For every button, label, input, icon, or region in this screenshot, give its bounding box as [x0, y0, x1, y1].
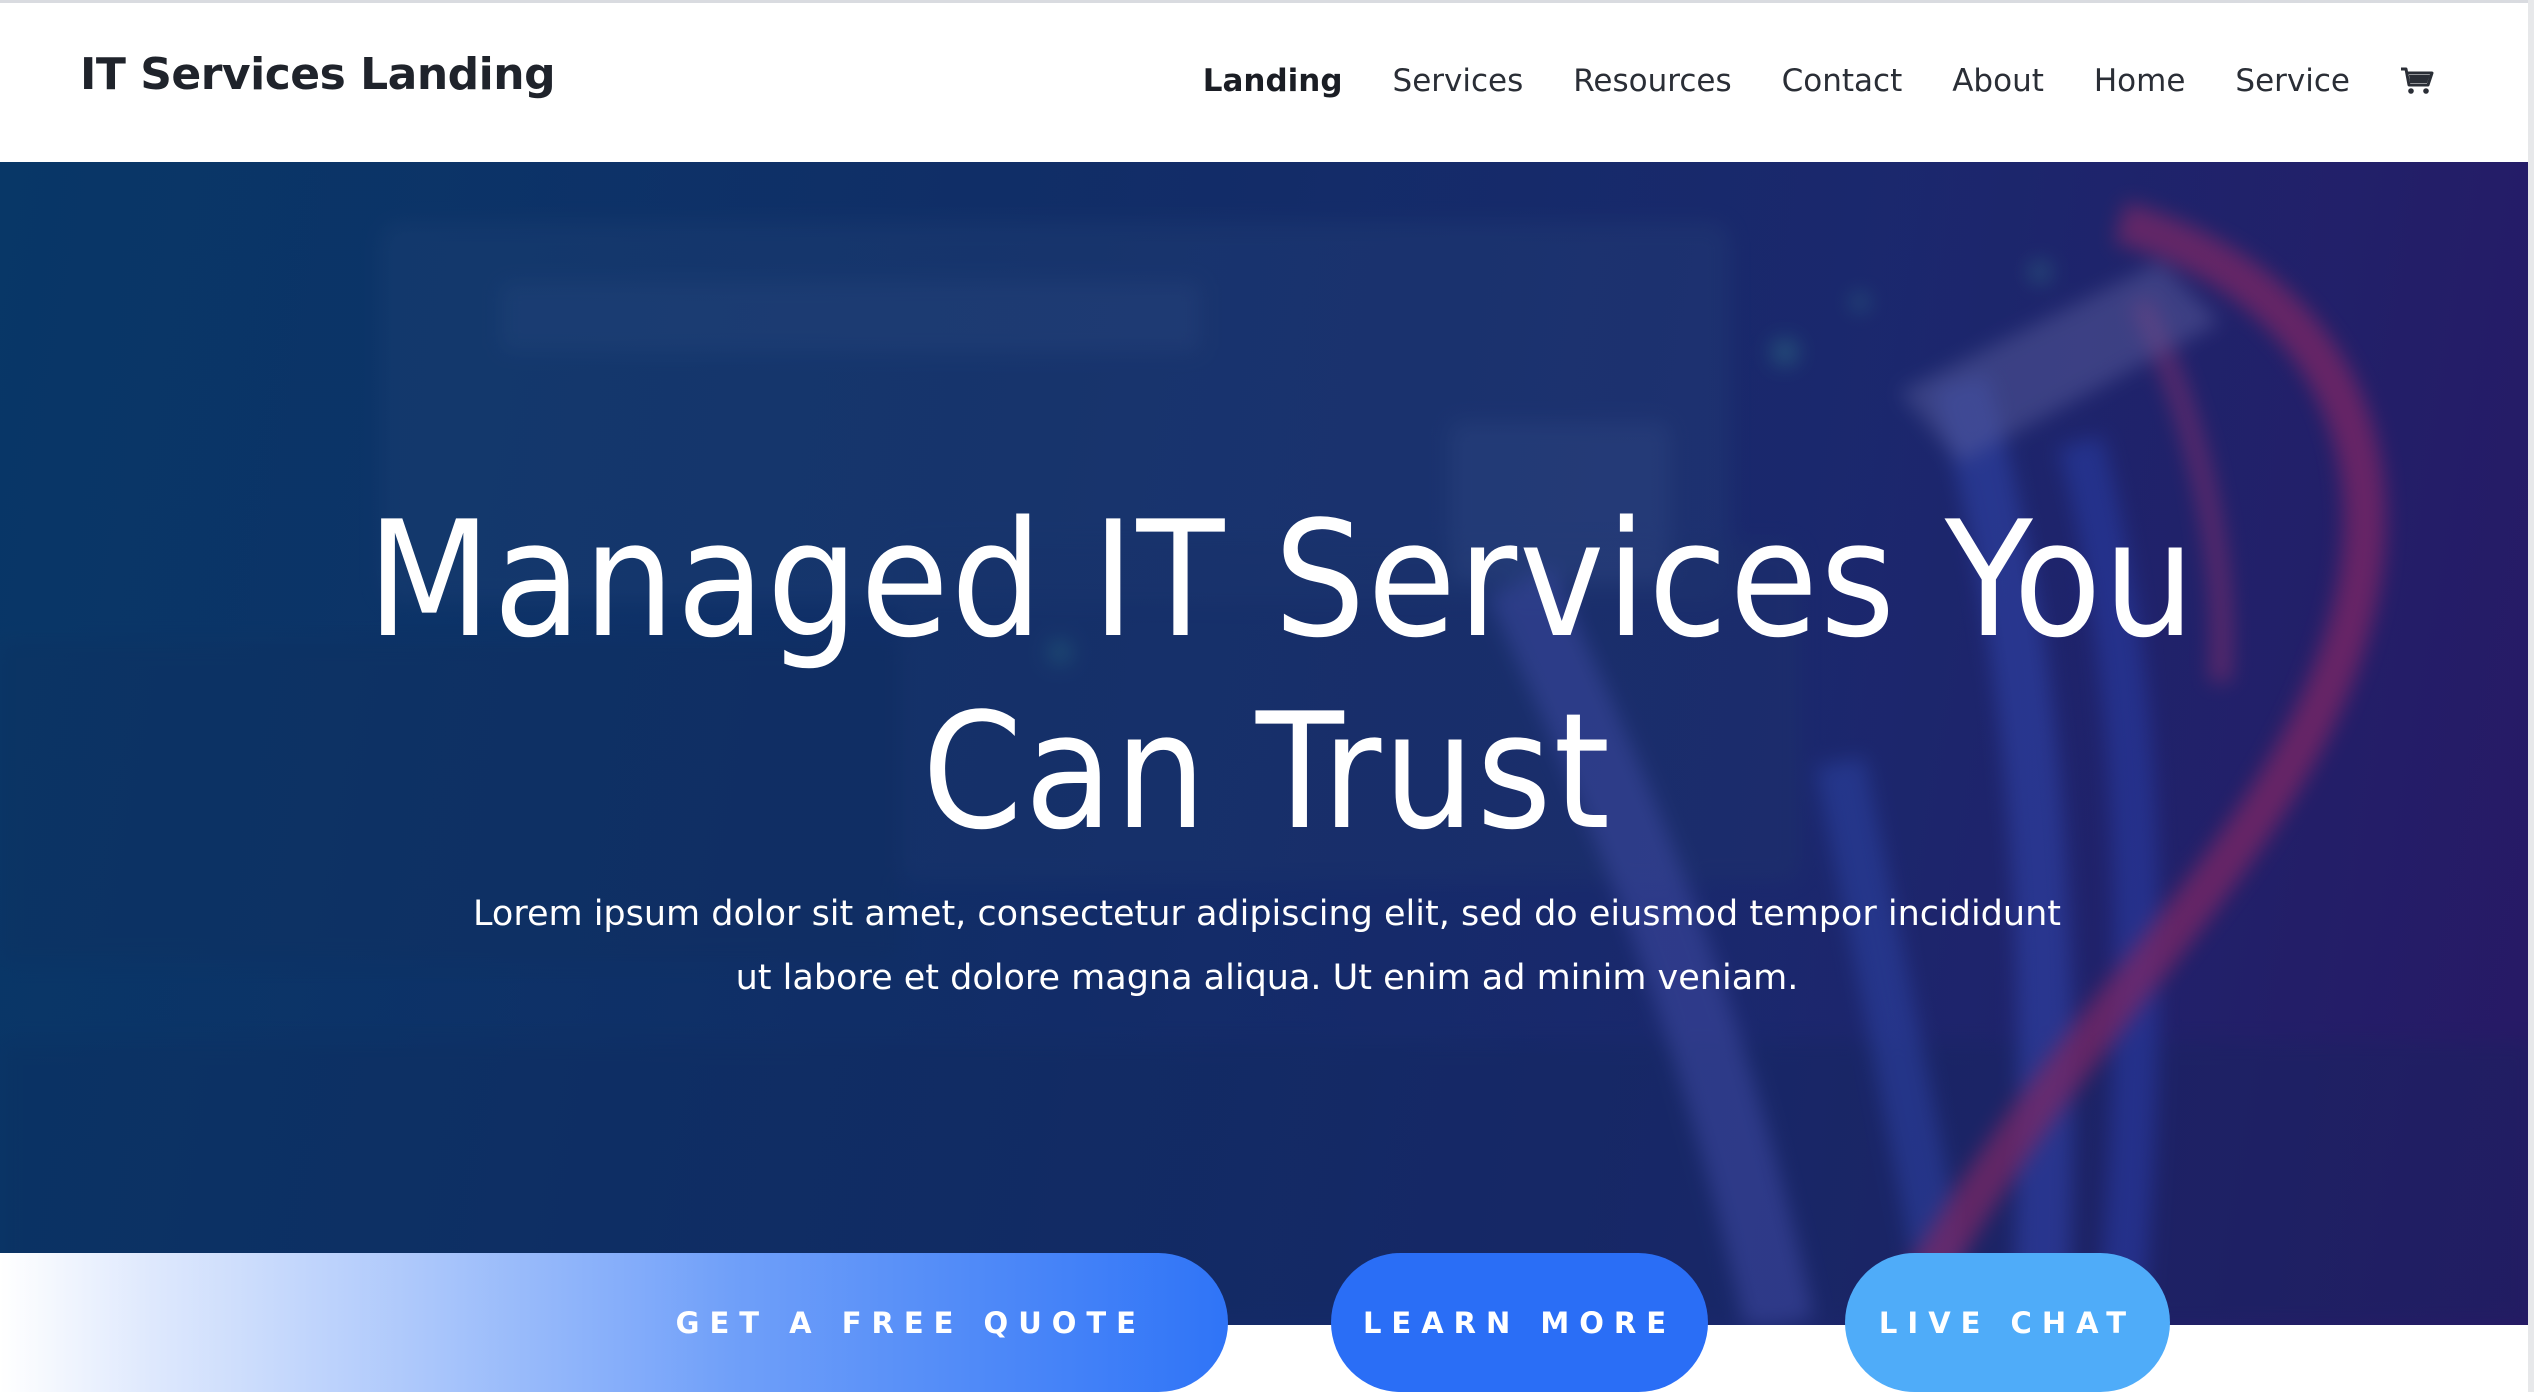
nav-item-service[interactable]: Service — [2235, 63, 2350, 99]
nav-item-services[interactable]: Services — [1393, 63, 1524, 99]
nav-item-home[interactable]: Home — [2094, 63, 2186, 99]
main-nav: Landing Services Resources Contact About… — [1203, 63, 2434, 99]
hero-section: Managed IT Services You Can Trust Lorem … — [0, 162, 2534, 1325]
hero-subtitle: Lorem ipsum dolor sit amet, consectetur … — [473, 894, 2061, 998]
nav-item-resources[interactable]: Resources — [1573, 63, 1731, 99]
nav-item-contact[interactable]: Contact — [1782, 63, 1903, 99]
hero-title: Managed IT Services You Can Trust — [367, 484, 2197, 868]
site-header: IT Services Landing Landing Services Res… — [0, 0, 2534, 162]
window-edge — [2528, 0, 2534, 1392]
hero-title-line-1: Managed IT Services You — [367, 486, 2197, 673]
page: IT Services Landing Landing Services Res… — [0, 0, 2534, 1392]
site-logo[interactable]: IT Services Landing — [80, 49, 556, 100]
get-free-quote-button[interactable]: GET A FREE QUOTE — [0, 1253, 1228, 1392]
hero-title-line-2: Can Trust — [922, 678, 1612, 865]
live-chat-button[interactable]: LIVE CHAT — [1845, 1253, 2170, 1392]
shopping-cart-icon[interactable] — [2400, 66, 2434, 96]
nav-item-about[interactable]: About — [1952, 63, 2044, 99]
nav-item-landing[interactable]: Landing — [1203, 63, 1343, 99]
learn-more-button[interactable]: LEARN MORE — [1331, 1253, 1708, 1392]
